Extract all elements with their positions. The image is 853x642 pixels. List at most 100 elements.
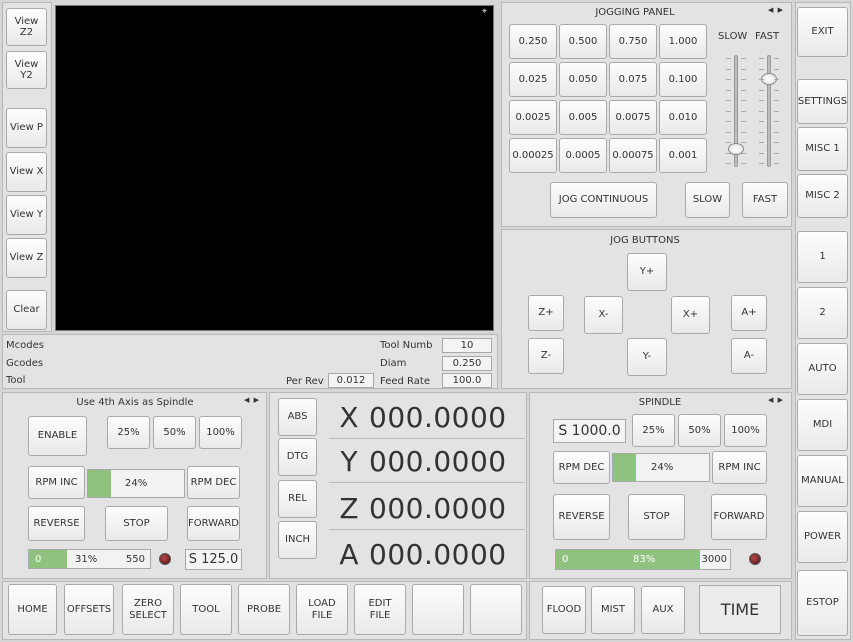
jog-increment-button[interactable]: 0.0005 bbox=[559, 138, 607, 173]
jog-increment-button[interactable]: 0.050 bbox=[559, 62, 607, 97]
spindle-speed-bar: 0 83% 3000 bbox=[555, 549, 731, 570]
jog-y-plus-button[interactable]: Y+ bbox=[627, 253, 667, 291]
jog-buttons-title: JOG BUTTONS bbox=[610, 235, 680, 246]
slider-tick bbox=[774, 163, 779, 164]
fourth-axis-25-button[interactable]: 25% bbox=[107, 416, 150, 449]
rel-mode-button[interactable]: REL bbox=[278, 480, 317, 518]
jog-slow-button[interactable]: SLOW bbox=[685, 182, 730, 218]
slider-tick bbox=[774, 89, 779, 91]
home-button[interactable]: HOME bbox=[8, 584, 57, 635]
jog-increment-button[interactable]: 0.001 bbox=[659, 138, 707, 173]
clear-button[interactable]: Clear bbox=[6, 290, 47, 330]
spindle-rpm-inc-button[interactable]: RPM INC bbox=[712, 451, 767, 484]
jog-z-minus-button[interactable]: Z- bbox=[528, 338, 564, 374]
blank-button-2[interactable] bbox=[470, 584, 522, 635]
view-y2-button[interactable]: View Y2 bbox=[6, 51, 47, 89]
mode-2-button[interactable]: 2 bbox=[797, 287, 848, 339]
jog-increment-button[interactable]: 0.00025 bbox=[509, 138, 557, 173]
flood-button[interactable]: FLOOD bbox=[542, 586, 586, 634]
view-z-button[interactable]: View Z bbox=[6, 238, 47, 278]
jog-increment-button[interactable]: 0.250 bbox=[509, 24, 557, 59]
fourth-axis-override-bar[interactable]: 24% bbox=[87, 469, 185, 498]
misc2-button[interactable]: MISC 2 bbox=[797, 174, 848, 218]
fourth-axis-rpm-inc-button[interactable]: RPM INC bbox=[28, 466, 85, 499]
fourth-axis-forward-button[interactable]: FORWARD bbox=[187, 506, 240, 541]
spindle-title: SPINDLE bbox=[638, 397, 682, 408]
load-file-button[interactable]: LOAD FILE bbox=[296, 584, 348, 635]
view-p-button[interactable]: View P bbox=[6, 108, 47, 148]
diam-value: 0.250 bbox=[442, 356, 492, 371]
inch-mode-button[interactable]: INCH bbox=[278, 521, 317, 559]
spindle-stop-button[interactable]: STOP bbox=[628, 494, 685, 540]
mode-1-button[interactable]: 1 bbox=[797, 231, 848, 283]
mcodes-label: Mcodes bbox=[6, 340, 44, 351]
spindle-50-button[interactable]: 50% bbox=[678, 414, 721, 447]
jog-increment-button[interactable]: 0.00075 bbox=[609, 138, 657, 173]
jog-a-minus-button[interactable]: A- bbox=[731, 338, 767, 374]
jog-increment-button[interactable]: 0.0075 bbox=[609, 100, 657, 135]
spindle-25-button[interactable]: 25% bbox=[632, 414, 675, 447]
blank-button-1[interactable] bbox=[412, 584, 464, 635]
fourth-axis-stop-button[interactable]: STOP bbox=[105, 506, 168, 541]
jog-increment-button[interactable]: 0.100 bbox=[659, 62, 707, 97]
spindle-rpm-dec-button[interactable]: RPM DEC bbox=[553, 451, 610, 484]
jog-increment-button[interactable]: 0.0025 bbox=[509, 100, 557, 135]
fourth-axis-bar-pct: 31% bbox=[75, 553, 98, 565]
tool-button[interactable]: TOOL bbox=[180, 584, 232, 635]
dro-axis-letter: Y bbox=[340, 444, 358, 478]
mdi-button[interactable]: MDI bbox=[797, 399, 848, 451]
jog-increment-button[interactable]: 0.025 bbox=[509, 62, 557, 97]
zero-select-button[interactable]: ZERO SELECT bbox=[122, 584, 174, 635]
manual-button[interactable]: MANUAL bbox=[797, 455, 848, 507]
panel-scroll-arrows-icon[interactable]: ◀ ▶ bbox=[768, 396, 784, 404]
panel-scroll-arrows-icon[interactable]: ◀ ▶ bbox=[244, 396, 260, 404]
jog-z-plus-button[interactable]: Z+ bbox=[528, 295, 564, 331]
preview-origin-icon: ⌖ bbox=[481, 7, 487, 17]
power-button[interactable]: POWER bbox=[797, 511, 848, 563]
jog-increment-button[interactable]: 0.500 bbox=[559, 24, 607, 59]
dtg-mode-button[interactable]: DTG bbox=[278, 438, 317, 476]
panel-scroll-arrows-icon[interactable]: ◀ ▶ bbox=[768, 6, 784, 14]
fourth-axis-100-button[interactable]: 100% bbox=[199, 416, 242, 449]
auto-button[interactable]: AUTO bbox=[797, 343, 848, 395]
estop-button[interactable]: ESTOP bbox=[797, 570, 848, 636]
fast-slider-label: FAST bbox=[755, 31, 780, 42]
jog-fast-button[interactable]: FAST bbox=[742, 182, 788, 218]
probe-button[interactable]: PROBE bbox=[238, 584, 290, 635]
jog-increment-button[interactable]: 0.005 bbox=[559, 100, 607, 135]
view-y-button[interactable]: View Y bbox=[6, 195, 47, 235]
spindle-100-button[interactable]: 100% bbox=[724, 414, 767, 447]
per-rev-value: 0.012 bbox=[328, 373, 374, 388]
fast-slider-track[interactable] bbox=[767, 55, 771, 167]
dro-x-row: X 000.0000 bbox=[329, 396, 525, 439]
jog-x-minus-button[interactable]: X- bbox=[584, 296, 623, 334]
fourth-axis-enable-button[interactable]: ENABLE bbox=[28, 416, 87, 456]
misc1-button[interactable]: MISC 1 bbox=[797, 127, 848, 171]
jog-a-plus-button[interactable]: A+ bbox=[731, 295, 767, 331]
jog-increment-button[interactable]: 0.075 bbox=[609, 62, 657, 97]
fourth-axis-reverse-button[interactable]: REVERSE bbox=[28, 506, 85, 541]
offsets-button[interactable]: OFFSETS bbox=[64, 584, 114, 635]
spindle-override-bar[interactable]: 24% bbox=[612, 453, 710, 482]
mist-button[interactable]: MIST bbox=[591, 586, 635, 634]
spindle-reverse-button[interactable]: REVERSE bbox=[553, 494, 610, 540]
abs-mode-button[interactable]: ABS bbox=[278, 398, 317, 436]
fourth-axis-50-button[interactable]: 50% bbox=[153, 416, 196, 449]
spindle-forward-button[interactable]: FORWARD bbox=[711, 494, 767, 540]
jog-increment-button[interactable]: 0.010 bbox=[659, 100, 707, 135]
jog-increment-button[interactable]: 1.000 bbox=[659, 24, 707, 59]
view-z2-button[interactable]: View Z2 bbox=[6, 8, 47, 46]
aux-button[interactable]: AUX bbox=[641, 586, 685, 634]
settings-button[interactable]: SETTINGS bbox=[797, 79, 848, 124]
jog-continuous-button[interactable]: JOG CONTINUOUS bbox=[550, 182, 657, 218]
exit-button[interactable]: EXIT bbox=[797, 7, 848, 57]
jog-increment-button[interactable]: 0.750 bbox=[609, 24, 657, 59]
view-x-button[interactable]: View X bbox=[6, 152, 47, 192]
dro-axis-letter: Z bbox=[339, 491, 359, 525]
gcode-preview-canvas[interactable]: ⌖ bbox=[55, 5, 494, 331]
edit-file-button[interactable]: EDIT FILE bbox=[354, 584, 406, 635]
jog-x-plus-button[interactable]: X+ bbox=[671, 296, 710, 334]
slider-tick bbox=[774, 131, 779, 133]
fourth-axis-rpm-dec-button[interactable]: RPM DEC bbox=[187, 466, 240, 499]
jog-y-minus-button[interactable]: Y- bbox=[627, 338, 667, 376]
